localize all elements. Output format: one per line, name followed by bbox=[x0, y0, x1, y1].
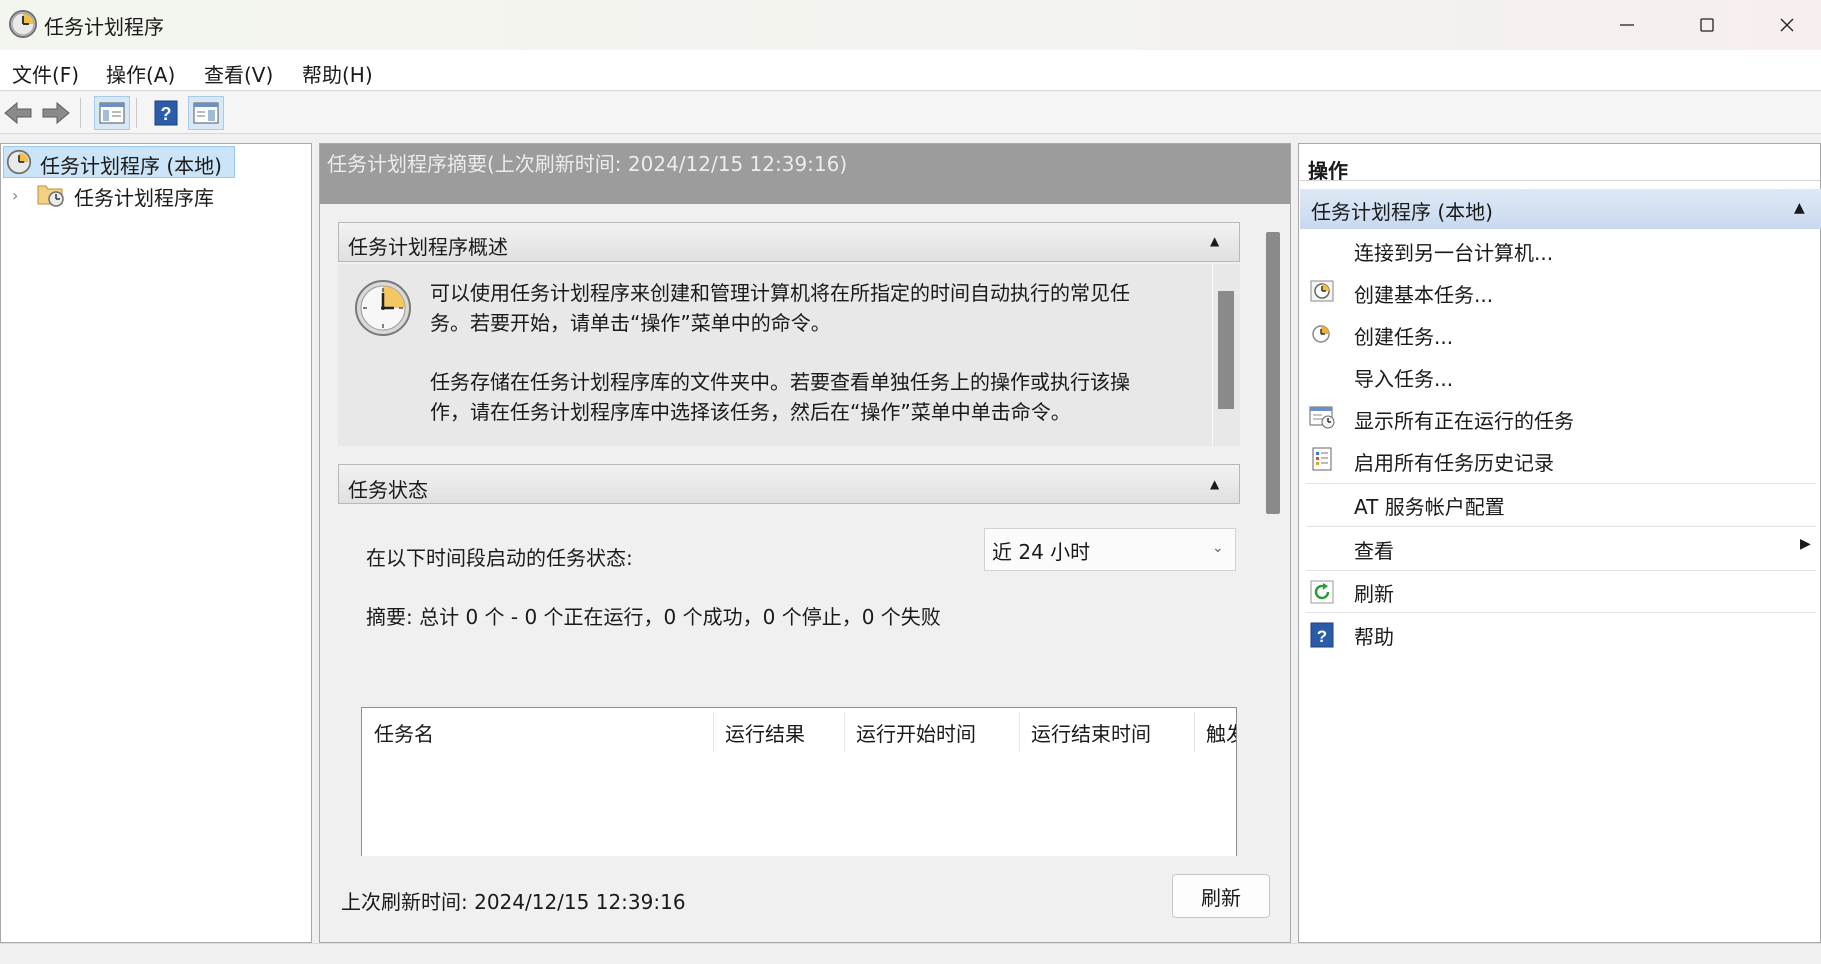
menu-help[interactable]: 帮助(H) bbox=[302, 59, 373, 88]
minimize-button[interactable] bbox=[1587, 0, 1667, 50]
show-hide-action-pane-button[interactable] bbox=[188, 96, 224, 130]
collapse-caret-icon[interactable]: ▲ bbox=[1794, 200, 1805, 216]
toolbar-separator bbox=[80, 98, 81, 128]
library-folder-icon bbox=[37, 185, 64, 207]
minimize-icon bbox=[1620, 24, 1634, 26]
back-arrow-icon bbox=[4, 101, 32, 125]
summary-header-title: 任务计划程序摘要(上次刷新时间: 2024/12/15 12:39:16) bbox=[327, 152, 848, 176]
action-enable-history[interactable]: 启用所有任务历史记录 bbox=[1354, 447, 1554, 476]
overview-paragraph-2-line-2: 作，请在任务计划程序库中选择该任务，然后在“操作”菜单中单击命令。 bbox=[430, 400, 1071, 424]
svg-text:?: ? bbox=[1317, 627, 1327, 646]
running-tasks-icon bbox=[1309, 406, 1335, 429]
column-header-run-start[interactable]: 运行开始时间 bbox=[844, 707, 1018, 753]
refresh-button[interactable]: 刷新 bbox=[1172, 874, 1270, 918]
action-view-menu[interactable]: 查看 bbox=[1354, 535, 1394, 564]
chevron-down-icon: ⌄ bbox=[1212, 540, 1224, 556]
last-refresh-time: 上次刷新时间: 2024/12/15 12:39:16 bbox=[341, 890, 686, 914]
column-header-trigger[interactable]: 触发 bbox=[1194, 707, 1236, 753]
column-header-run-result[interactable]: 运行结果 bbox=[713, 707, 843, 753]
console-tree-icon bbox=[99, 102, 125, 124]
window-title: 任务计划程序 bbox=[44, 15, 164, 39]
history-icon bbox=[1312, 447, 1332, 471]
action-pane-icon bbox=[193, 102, 219, 124]
task-scheduler-clock-icon bbox=[9, 10, 37, 38]
action-import-task[interactable]: 导入任务... bbox=[1354, 363, 1453, 392]
menu-view[interactable]: 查看(V) bbox=[204, 59, 273, 88]
divider bbox=[1300, 180, 1820, 181]
toolbar-separator bbox=[136, 98, 137, 128]
status-bar bbox=[0, 943, 1821, 964]
column-header-run-end[interactable]: 运行结束时间 bbox=[1019, 707, 1193, 753]
overview-paragraph-1-line-1: 可以使用任务计划程序来创建和管理计算机将在所指定的时间自动执行的常见任 bbox=[430, 281, 1130, 305]
divider bbox=[1306, 483, 1816, 484]
forward-button[interactable] bbox=[38, 96, 74, 130]
action-create-task[interactable]: 创建任务... bbox=[1354, 321, 1453, 350]
toolbar bbox=[0, 92, 1821, 134]
summary-scrollbar-thumb[interactable] bbox=[1266, 232, 1280, 514]
maximize-button[interactable] bbox=[1667, 0, 1747, 50]
console-tree-pane bbox=[0, 143, 312, 943]
menu-file[interactable]: 文件(F) bbox=[12, 59, 79, 88]
divider bbox=[1306, 526, 1816, 527]
show-hide-console-tree-button[interactable] bbox=[94, 96, 130, 130]
column-header-task-name[interactable]: 任务名 bbox=[362, 707, 712, 753]
divider bbox=[1306, 570, 1816, 571]
overview-paragraph-1-line-2: 务。若要开始，请单击“操作”菜单中的命令。 bbox=[430, 311, 831, 335]
action-connect-computer[interactable]: 连接到另一台计算机... bbox=[1354, 237, 1553, 266]
action-show-running-tasks[interactable]: 显示所有正在运行的任务 bbox=[1354, 405, 1574, 434]
forward-arrow-icon bbox=[42, 101, 70, 125]
collapse-caret-icon[interactable]: ▲ bbox=[1210, 234, 1219, 248]
action-refresh[interactable]: 刷新 bbox=[1354, 578, 1394, 607]
title-bar bbox=[0, 0, 1821, 50]
refresh-icon bbox=[1310, 580, 1334, 604]
tree-item-label: 任务计划程序 (本地) bbox=[40, 154, 222, 178]
help-icon: ? bbox=[154, 100, 178, 126]
close-icon bbox=[1780, 18, 1794, 32]
help-toolbar-button[interactable]: ? bbox=[148, 96, 184, 130]
status-period-label: 在以下时间段启动的任务状态: bbox=[366, 546, 633, 570]
status-summary: 摘要: 总计 0 个 - 0 个正在运行，0 个成功，0 个停止，0 个失败 bbox=[366, 605, 941, 629]
expand-chevron-icon[interactable]: › bbox=[12, 186, 18, 205]
overview-paragraph-2-line-1: 任务存储在任务计划程序库的文件夹中。若要查看单独任务上的操作或执行该操 bbox=[430, 370, 1130, 394]
divider bbox=[1306, 612, 1816, 613]
task-status-section-header[interactable] bbox=[338, 464, 1240, 504]
basic-task-icon bbox=[1310, 280, 1334, 302]
menu-action[interactable]: 操作(A) bbox=[106, 59, 175, 88]
task-status-section-title: 任务状态 bbox=[348, 478, 428, 502]
svg-text:?: ? bbox=[161, 104, 172, 124]
action-at-service-account[interactable]: AT 服务帐户配置 bbox=[1354, 491, 1505, 520]
actions-group-label: 任务计划程序 (本地) bbox=[1311, 200, 1493, 224]
overview-section-title: 任务计划程序概述 bbox=[348, 235, 508, 259]
overview-scrollbar-thumb[interactable] bbox=[1218, 291, 1234, 409]
action-help[interactable]: 帮助 bbox=[1354, 621, 1394, 650]
back-button[interactable] bbox=[0, 96, 36, 130]
scheduler-clock-icon bbox=[355, 280, 411, 336]
help-icon: ? bbox=[1310, 622, 1334, 648]
status-period-value: 近 24 小时 bbox=[992, 540, 1091, 564]
collapse-caret-icon[interactable]: ▲ bbox=[1210, 477, 1219, 491]
close-button[interactable] bbox=[1747, 0, 1821, 50]
maximize-icon bbox=[1700, 18, 1714, 32]
submenu-arrow-icon: ▶ bbox=[1800, 536, 1811, 552]
task-scheduler-clock-icon bbox=[6, 149, 32, 175]
create-task-icon bbox=[1312, 325, 1330, 343]
tree-item-task-library[interactable]: 任务计划程序库 bbox=[74, 182, 214, 211]
action-create-basic-task[interactable]: 创建基本任务... bbox=[1354, 279, 1493, 308]
